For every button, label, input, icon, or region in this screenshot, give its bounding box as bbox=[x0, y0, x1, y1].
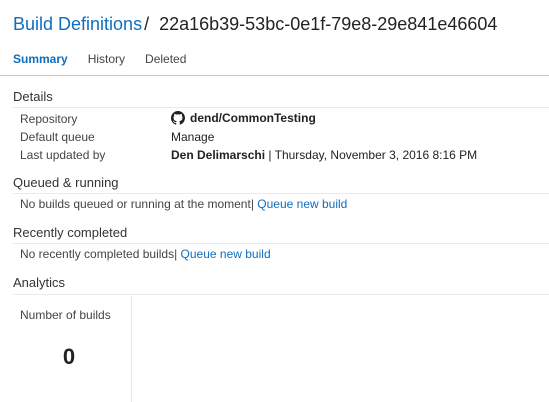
queued-running-message-row: No builds queued or running at the momen… bbox=[20, 197, 347, 211]
recently-completed-divider bbox=[13, 243, 549, 244]
queued-running-heading: Queued & running bbox=[13, 175, 119, 190]
recently-completed-message-row: No recently completed builds| Queue new … bbox=[20, 247, 271, 261]
default-queue-label: Default queue bbox=[20, 130, 95, 144]
tab-deleted[interactable]: Deleted bbox=[145, 52, 186, 66]
last-updated-label: Last updated by bbox=[20, 148, 106, 162]
breadcrumb: Build Definitions/ 22a16b39-53bc-0e1f-79e… bbox=[13, 14, 497, 35]
details-divider bbox=[13, 107, 549, 108]
recently-completed-heading: Recently completed bbox=[13, 225, 128, 240]
repository-label: Repository bbox=[20, 112, 78, 126]
manage-queue-link[interactable]: Manage bbox=[171, 130, 214, 144]
details-heading: Details bbox=[13, 89, 53, 104]
queued-running-divider bbox=[13, 193, 549, 194]
updated-date: | Thursday, November 3, 2016 8:16 PM bbox=[265, 148, 478, 162]
queued-running-message: No builds queued or running at the momen… bbox=[20, 197, 254, 211]
page-title: 22a16b39-53bc-0e1f-79e8-29e841e46604 bbox=[159, 14, 498, 34]
analytics-divider bbox=[13, 294, 549, 295]
repository-value: dend/CommonTesting bbox=[171, 111, 316, 125]
queue-new-build-link[interactable]: Queue new build bbox=[257, 197, 347, 211]
tab-divider bbox=[0, 75, 549, 76]
updated-user: Den Delimarschi bbox=[171, 148, 266, 162]
queue-new-build-link-2[interactable]: Queue new build bbox=[181, 247, 271, 261]
number-of-builds-value: 0 bbox=[62, 344, 76, 369]
github-icon bbox=[171, 111, 185, 125]
breadcrumb-build-definitions-link[interactable]: Build Definitions bbox=[13, 14, 142, 34]
last-updated-value: Den Delimarschi | Thursday, November 3, … bbox=[171, 148, 477, 162]
breadcrumb-separator: / bbox=[144, 14, 150, 34]
analytics-heading: Analytics bbox=[13, 275, 66, 290]
recently-completed-message: No recently completed builds| bbox=[20, 247, 178, 261]
number-of-builds-label: Number of builds bbox=[20, 308, 111, 322]
tab-bar: Summary History Deleted bbox=[13, 52, 206, 66]
tab-summary[interactable]: Summary bbox=[13, 52, 68, 66]
number-of-builds-tile[interactable]: Number of builds 0 bbox=[13, 296, 132, 402]
repository-name: dend/CommonTesting bbox=[190, 111, 316, 125]
tab-history[interactable]: History bbox=[88, 52, 125, 66]
